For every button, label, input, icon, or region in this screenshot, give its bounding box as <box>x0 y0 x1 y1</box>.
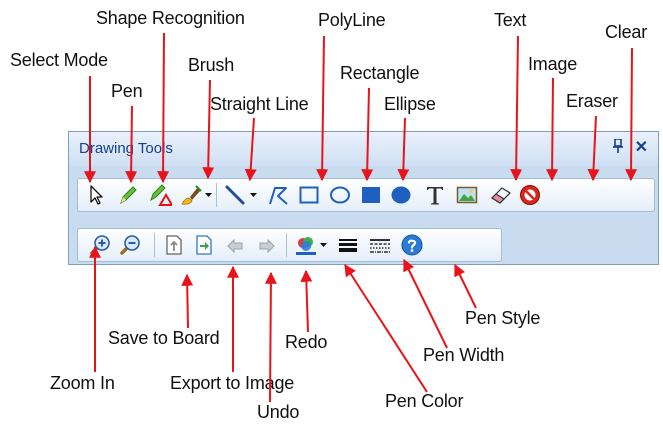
arrow-undo <box>264 271 277 403</box>
arrow-save-to-board <box>181 273 194 329</box>
arrow-pen <box>125 105 138 184</box>
arrow-pen-width <box>403 258 448 349</box>
arrow-redo <box>300 269 313 333</box>
arrow-brush <box>202 79 215 180</box>
arrow-polyline <box>316 35 329 182</box>
arrow-clear <box>625 47 638 182</box>
arrow-ellipse <box>397 117 410 182</box>
callout-arrows <box>84 32 638 403</box>
arrow-shape-recognition <box>157 32 170 184</box>
arrow-image <box>546 77 559 182</box>
arrow-pen-style <box>454 263 477 309</box>
arrow-rectangle <box>361 87 374 182</box>
arrow-straight-line <box>244 117 257 182</box>
arrow-text <box>510 35 523 182</box>
arrow-eraser <box>587 115 600 182</box>
